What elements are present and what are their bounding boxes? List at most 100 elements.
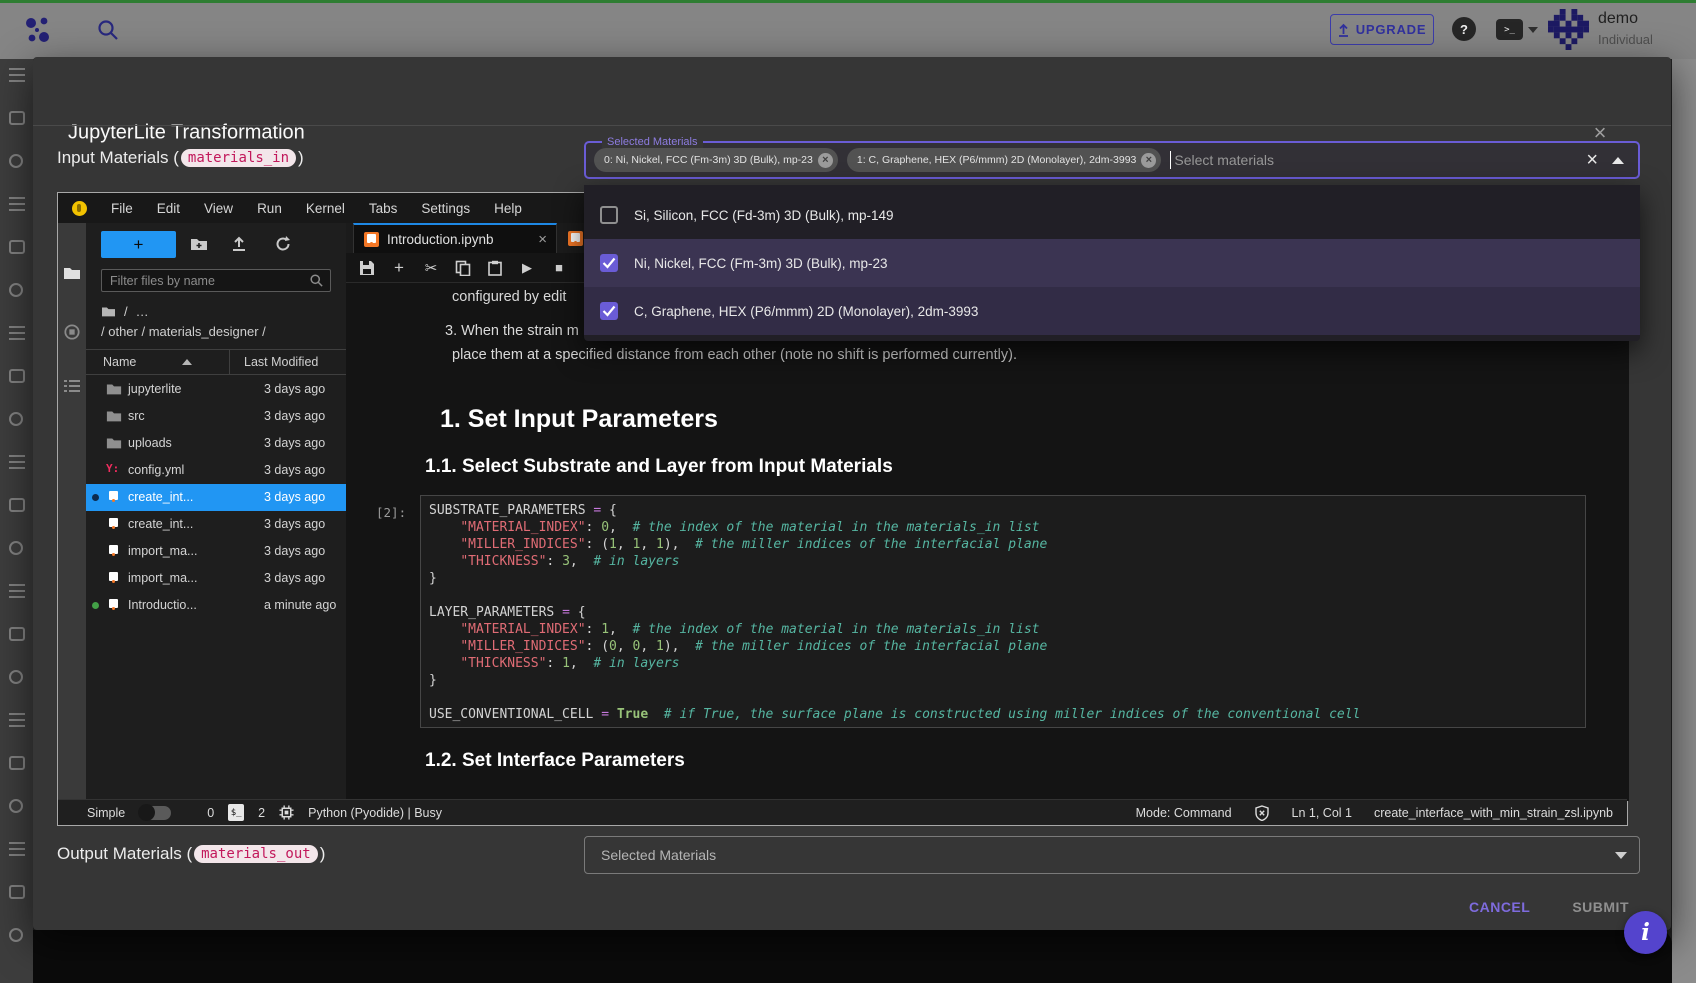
copy-cells-icon[interactable] [455, 260, 471, 276]
tab-introduction-ipynb[interactable]: Introduction.ipynb × [353, 223, 557, 253]
upload-icon[interactable] [229, 234, 249, 254]
upgrade-button[interactable]: UPGRADE [1330, 14, 1434, 45]
clear-selection-icon[interactable]: × [1586, 149, 1598, 172]
running-kernels-tab-icon[interactable] [63, 324, 81, 340]
save-icon[interactable] [359, 260, 375, 276]
code-cell[interactable]: SUBSTRATE_PARAMETERS = { "MATERIAL_INDEX… [420, 495, 1586, 728]
checkbox-checked-icon[interactable] [600, 254, 618, 272]
breadcrumb-root[interactable]: / [124, 304, 128, 319]
table-row[interactable]: src3 days ago [86, 403, 346, 430]
app-topbar: UPGRADE ? >_ demo Individual [0, 3, 1696, 59]
selected-materials-field[interactable]: Selected Materials 0: Ni, Nickel, FCC (F… [584, 141, 1640, 179]
menu-edit[interactable]: Edit [145, 201, 192, 216]
file-modified: 3 days ago [264, 382, 325, 396]
toggle-knob [138, 804, 155, 821]
chip-delete-icon[interactable]: × [818, 153, 833, 168]
table-row[interactable]: create_int...3 days ago [86, 511, 346, 538]
file-modified: 3 days ago [264, 409, 325, 423]
sidebar-icon [9, 756, 25, 770]
material-option[interactable]: Ni, Nickel, FCC (Fm-3m) 3D (Bulk), mp-23 [584, 239, 1640, 287]
header-divider [33, 125, 1671, 126]
file-name: jupyterlite [128, 382, 182, 396]
file-list-header: Name Last Modified [86, 349, 346, 375]
table-row[interactable]: create_int...3 days ago [86, 484, 346, 511]
sidebar-icon [9, 412, 23, 426]
stop-kernel-icon[interactable]: ■ [551, 260, 567, 276]
run-cell-icon[interactable]: ▶ [519, 260, 535, 276]
jupyter-status-bar: Simple 0 $_ 2 P [58, 799, 1627, 825]
table-row[interactable]: Y:config.yml3 days ago [86, 457, 346, 484]
filter-files-field[interactable] [101, 269, 331, 292]
cursor-position[interactable]: Ln 1, Col 1 [1292, 806, 1352, 820]
chevron-down-icon [1615, 852, 1627, 859]
checkbox-checked-icon[interactable] [600, 302, 618, 320]
file-modified: 3 days ago [264, 436, 325, 450]
column-last-modified[interactable]: Last Modified [244, 355, 318, 369]
console-menu-button[interactable]: >_ [1496, 19, 1538, 40]
lightbulb-icon[interactable] [72, 201, 87, 216]
menu-help[interactable]: Help [482, 201, 534, 216]
code-line: } [429, 672, 1577, 689]
refresh-icon[interactable] [273, 234, 293, 254]
table-row[interactable]: import_ma...3 days ago [86, 538, 346, 565]
breadcrumb-path[interactable]: / other / materials_designer / [101, 324, 266, 339]
simple-mode-toggle[interactable] [139, 806, 171, 820]
code-line: LAYER_PARAMETERS = { [429, 604, 1577, 621]
breadcrumb-ellipsis[interactable]: … [136, 304, 149, 319]
chip-delete-icon[interactable]: × [1141, 153, 1156, 168]
select-materials-input[interactable] [1174, 152, 1582, 168]
dropdown-open-icon[interactable] [1612, 157, 1624, 164]
material-chip[interactable]: 0: Ni, Nickel, FCC (Fm-3m) 3D (Bulk), mp… [594, 148, 838, 172]
search-icon[interactable] [96, 18, 120, 42]
cut-cells-icon[interactable]: ✂ [423, 260, 439, 276]
code-line [429, 689, 1577, 706]
table-row[interactable]: Introductio...a minute ago [86, 592, 346, 619]
help-button[interactable]: ? [1452, 17, 1476, 41]
notebook-content[interactable]: configured by edit 3. When the strain m … [346, 283, 1629, 801]
kernel-status[interactable]: Python (Pyodide) | Busy [308, 806, 442, 820]
terminals-count[interactable]: 0 [207, 806, 214, 820]
new-folder-icon[interactable] [189, 234, 209, 254]
table-row[interactable]: jupyterlite 3 days ago [86, 376, 346, 403]
user-avatar[interactable] [1548, 9, 1589, 50]
insert-cell-icon[interactable]: + [391, 260, 407, 276]
menu-run[interactable]: Run [245, 201, 294, 216]
file-name: import_ma... [128, 571, 197, 585]
menu-kernel[interactable]: Kernel [294, 201, 357, 216]
filter-search-icon [309, 273, 324, 288]
sort-ascending-icon [182, 359, 192, 365]
code-line [429, 587, 1577, 604]
materials-dropdown-menu: Si, Silicon, FCC (Fd-3m) 3D (Bulk), mp-1… [584, 185, 1640, 341]
material-option[interactable]: C, Graphene, HEX (P6/mmm) 2D (Monolayer)… [584, 287, 1640, 335]
menu-view[interactable]: View [192, 201, 245, 216]
checkbox-unchecked-icon[interactable] [600, 206, 618, 224]
breadcrumb[interactable]: / … [101, 304, 149, 319]
user-name[interactable]: demo [1598, 10, 1638, 28]
home-folder-icon[interactable] [101, 305, 116, 318]
kernels-count[interactable]: 2 [258, 806, 265, 820]
new-launcher-button[interactable]: + [101, 231, 176, 258]
menu-tabs[interactable]: Tabs [357, 201, 410, 216]
tab-close-icon[interactable]: × [538, 231, 547, 248]
material-chip[interactable]: 1: C, Graphene, HEX (P6/mmm) 2D (Monolay… [847, 148, 1162, 172]
file-browser-tab-icon[interactable] [63, 265, 81, 281]
table-row[interactable]: uploads3 days ago [86, 430, 346, 457]
material-option-label: Ni, Nickel, FCC (Fm-3m) 3D (Bulk), mp-23 [634, 256, 888, 271]
notebook-mode[interactable]: Mode: Command [1136, 806, 1232, 820]
cancel-button[interactable]: CANCEL [1457, 891, 1542, 923]
output-materials-select[interactable]: Selected Materials [584, 836, 1640, 874]
info-button[interactable]: i [1624, 911, 1667, 954]
table-row[interactable]: import_ma... 3 days ago [86, 565, 346, 592]
filter-files-input[interactable] [102, 274, 309, 288]
dialog-footer: CANCEL SUBMIT [1457, 885, 1641, 929]
paste-cells-icon[interactable] [487, 260, 503, 276]
table-of-contents-tab-icon[interactable] [63, 378, 81, 394]
sidebar-icon [9, 68, 25, 82]
sidebar-icon [9, 584, 25, 598]
trust-shield-icon[interactable] [1254, 805, 1270, 821]
menu-file[interactable]: File [99, 201, 145, 216]
column-name[interactable]: Name [103, 355, 136, 369]
file-modified: 3 days ago [264, 571, 325, 585]
menu-settings[interactable]: Settings [409, 201, 482, 216]
material-option[interactable]: Si, Silicon, FCC (Fd-3m) 3D (Bulk), mp-1… [584, 191, 1640, 239]
